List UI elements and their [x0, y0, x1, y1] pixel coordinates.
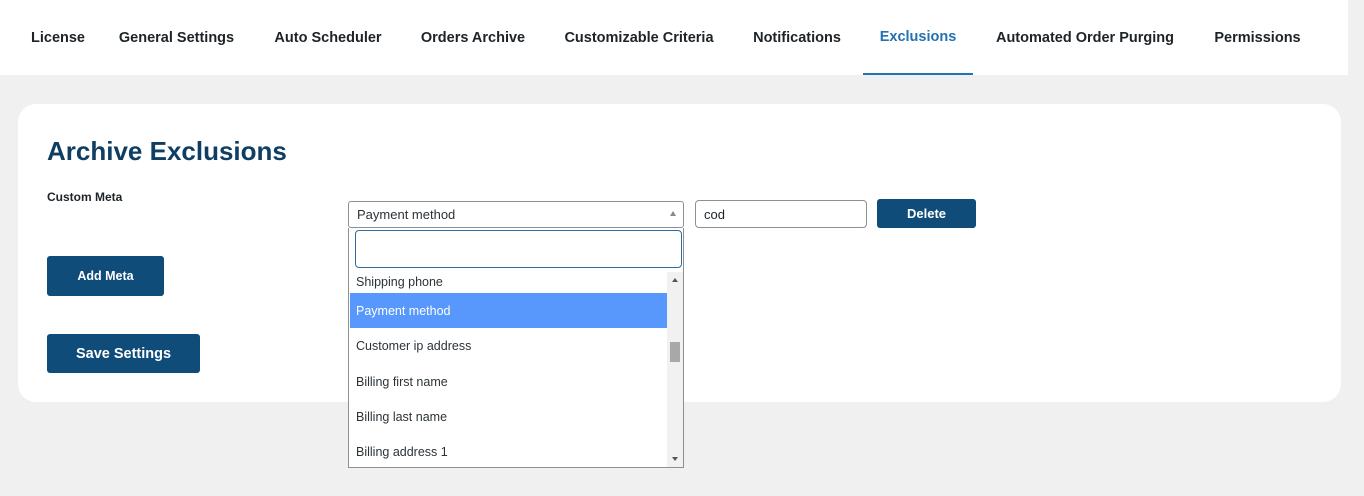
tab-notifications[interactable]: Notifications — [738, 0, 856, 75]
save-settings-button[interactable]: Save Settings — [47, 334, 200, 373]
tab-auto-scheduler[interactable]: Auto Scheduler — [259, 0, 397, 75]
delete-meta-button[interactable]: Delete — [877, 199, 976, 228]
dropdown-option-customer-ip-address[interactable]: Customer ip address — [350, 328, 667, 363]
chevron-up-icon — [670, 211, 676, 216]
custom-meta-label: Custom Meta — [47, 190, 123, 204]
add-meta-button[interactable]: Add Meta — [47, 256, 164, 296]
meta-key-dropdown: Shipping phone Payment method Customer i… — [348, 228, 684, 468]
page-title: Archive Exclusions — [47, 136, 287, 166]
dropdown-option-billing-last-name[interactable]: Billing last name — [350, 399, 667, 434]
page-scrollbar[interactable] — [1348, 0, 1364, 496]
tab-exclusions[interactable]: Exclusions — [863, 0, 973, 75]
tab-permissions[interactable]: Permissions — [1200, 0, 1315, 75]
meta-key-select-value: Payment method — [357, 207, 456, 222]
settings-tab-bar: License General Settings Auto Scheduler … — [0, 0, 1348, 75]
dropdown-option-billing-address-1[interactable]: Billing address 1 — [350, 434, 667, 467]
tab-customizable-criteria[interactable]: Customizable Criteria — [551, 0, 727, 75]
dropdown-option-shipping-phone[interactable]: Shipping phone — [350, 268, 667, 292]
dropdown-option-billing-first-name[interactable]: Billing first name — [350, 364, 667, 399]
dropdown-option-payment-method[interactable]: Payment method — [350, 293, 667, 328]
tab-orders-archive[interactable]: Orders Archive — [407, 0, 539, 75]
tab-general-settings[interactable]: General Settings — [104, 0, 249, 75]
tab-license[interactable]: License — [18, 0, 98, 75]
scrollbar-thumb[interactable] — [670, 342, 680, 362]
dropdown-search-input[interactable] — [355, 230, 682, 268]
scroll-down-arrow-icon[interactable] — [672, 457, 678, 461]
scroll-up-arrow-icon[interactable] — [672, 278, 678, 282]
tab-automated-order-purging[interactable]: Automated Order Purging — [983, 0, 1187, 75]
dropdown-scrollbar[interactable] — [667, 272, 683, 467]
meta-key-select[interactable]: Payment method — [348, 201, 684, 228]
meta-value-input[interactable]: cod — [695, 200, 867, 228]
